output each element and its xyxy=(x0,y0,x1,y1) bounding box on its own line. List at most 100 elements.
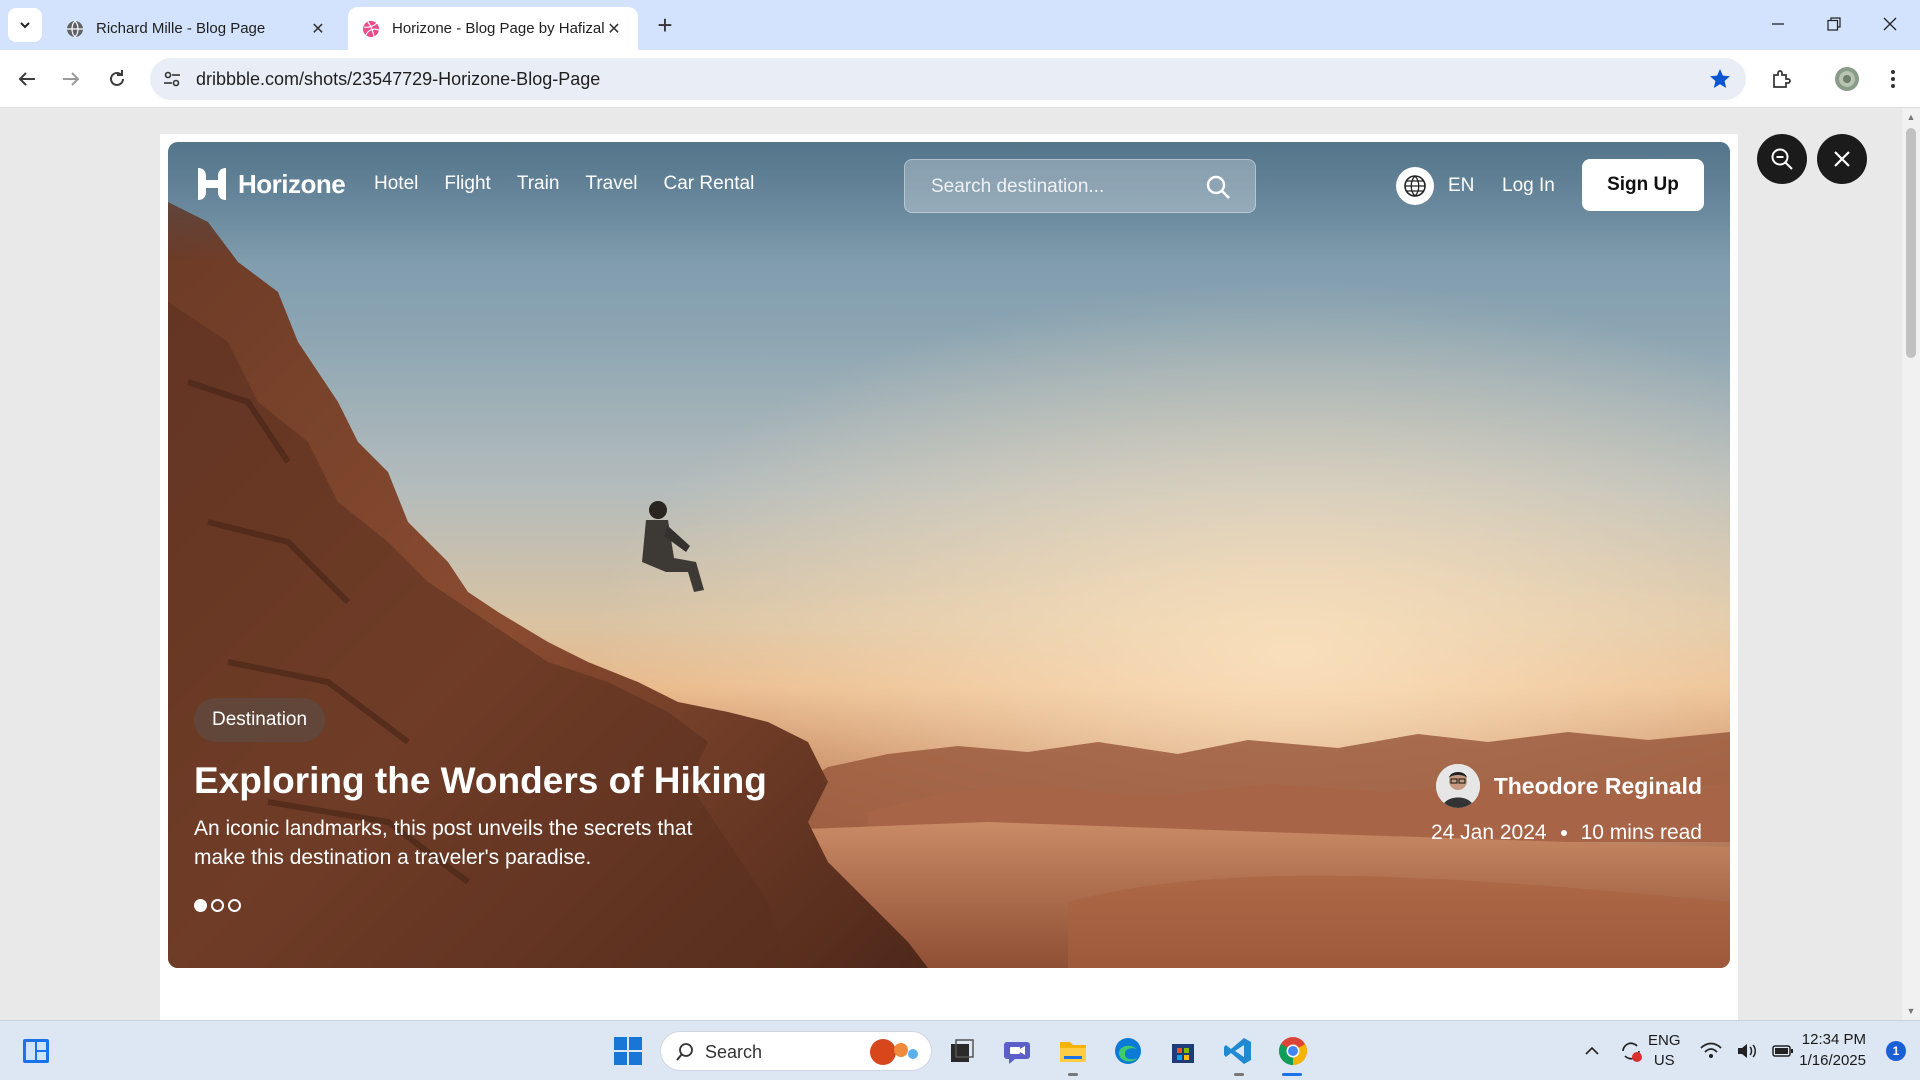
edge-browser-button[interactable] xyxy=(1110,1033,1146,1069)
file-explorer-button[interactable] xyxy=(1055,1033,1091,1069)
post-title[interactable]: Exploring the Wonders of Hiking xyxy=(194,760,767,802)
input-region: US xyxy=(1653,1052,1675,1069)
author-name: Theodore Reginald xyxy=(1493,772,1702,799)
chrome-icon xyxy=(1279,1037,1307,1065)
close-shot-button[interactable] xyxy=(1817,134,1867,184)
scroll-down-arrow-icon[interactable]: ▼ xyxy=(1906,1006,1916,1016)
tab-search-button[interactable] xyxy=(8,8,42,42)
horizone-logo-icon xyxy=(198,168,226,200)
battery-icon xyxy=(1772,1045,1793,1057)
edge-icon xyxy=(1115,1038,1141,1064)
category-badge[interactable]: Destination xyxy=(194,698,326,742)
carousel-dots xyxy=(194,899,241,912)
minimize-icon xyxy=(1772,23,1784,25)
meet-app-button[interactable] xyxy=(1000,1033,1036,1069)
url-text: dribbble.com/shots/23547729-Horizone-Blo… xyxy=(196,69,601,89)
windows-taskbar: Search ENG US 12:34 PM 1/16/2025 1 xyxy=(0,1020,1920,1080)
chrome-button[interactable] xyxy=(1275,1033,1311,1069)
browser-toolbar: dribbble.com/shots/23547729-Horizone-Blo… xyxy=(0,50,1920,108)
carousel-dot-2[interactable] xyxy=(211,899,224,912)
browser-tab-richard-mille[interactable]: Richard Mille - Blog Page ✕ xyxy=(52,7,342,50)
page-scrollbar[interactable]: ▲ ▼ xyxy=(1902,108,1920,1020)
search-icon[interactable] xyxy=(1205,174,1231,200)
input-language-indicator[interactable]: ENG US xyxy=(1648,1021,1681,1080)
store-icon xyxy=(1172,1044,1194,1063)
wifi-icon xyxy=(1700,1042,1722,1058)
widgets-button[interactable] xyxy=(18,1033,54,1069)
reload-button[interactable] xyxy=(100,62,134,96)
language-code: EN xyxy=(1448,175,1475,196)
extensions-button[interactable] xyxy=(1764,62,1798,96)
restore-icon xyxy=(1827,17,1841,31)
vscode-button[interactable] xyxy=(1220,1033,1256,1069)
folder-icon xyxy=(1060,1042,1086,1062)
search-icon xyxy=(676,1043,693,1061)
windows-start-icon xyxy=(614,1037,642,1065)
start-button[interactable] xyxy=(610,1033,646,1069)
clock-date: 1/16/2025 xyxy=(1799,1052,1866,1069)
taskbar-search-box[interactable]: Search xyxy=(660,1031,932,1071)
signup-button[interactable]: Sign Up xyxy=(1582,159,1704,211)
post-description: An iconic landmarks, this post unveils t… xyxy=(194,817,693,869)
close-tab-icon[interactable]: ✕ xyxy=(604,19,624,39)
nav-train[interactable]: Train xyxy=(517,173,560,195)
browser-menu-button[interactable] xyxy=(1876,62,1910,96)
nav-car-rental[interactable]: Car Rental xyxy=(664,173,755,195)
arrow-left-icon xyxy=(18,72,35,86)
close-window-button[interactable] xyxy=(1862,0,1918,48)
close-icon xyxy=(1883,17,1897,31)
more-vertical-icon xyxy=(1891,70,1895,88)
zoom-out-button[interactable] xyxy=(1757,134,1807,184)
horizone-logo[interactable]: Horizone xyxy=(194,166,346,202)
scroll-up-arrow-icon[interactable]: ▲ xyxy=(1906,112,1916,122)
close-tab-icon[interactable]: ✕ xyxy=(308,19,328,39)
profile-avatar-button[interactable] xyxy=(1830,62,1864,96)
bookmark-star-icon[interactable] xyxy=(1708,67,1732,91)
chevron-down-icon xyxy=(20,22,30,29)
restore-button[interactable] xyxy=(1806,0,1862,48)
puzzle-icon xyxy=(1773,70,1791,88)
quick-settings[interactable] xyxy=(1700,1021,1794,1080)
notification-count-badge[interactable]: 1 xyxy=(1886,1041,1906,1061)
search-highlight-icon xyxy=(870,1039,918,1065)
destination-search-input[interactable]: Search destination... xyxy=(904,159,1256,213)
new-tab-button[interactable]: + xyxy=(650,10,680,40)
tab-title: Horizone - Blog Page by Hafizal xyxy=(392,20,604,37)
nav-hotel[interactable]: Hotel xyxy=(374,173,418,195)
back-button[interactable] xyxy=(10,62,44,96)
system-clock[interactable]: 12:34 PM 1/16/2025 xyxy=(1799,1029,1866,1071)
vscode-icon xyxy=(1224,1038,1251,1064)
language-selector[interactable]: EN xyxy=(1396,167,1474,205)
globe-icon xyxy=(1396,167,1434,205)
forward-button[interactable] xyxy=(54,62,88,96)
login-link[interactable]: Log In xyxy=(1502,175,1555,197)
dribbble-favicon-icon xyxy=(363,20,380,37)
profile-avatar-icon xyxy=(1835,67,1859,91)
show-hidden-icons-chevron-icon[interactable] xyxy=(1580,1046,1604,1056)
task-view-button[interactable] xyxy=(944,1033,980,1069)
author-avatar xyxy=(1435,764,1480,808)
nav-travel[interactable]: Travel xyxy=(585,173,637,195)
store-button[interactable] xyxy=(1165,1033,1201,1069)
volume-icon xyxy=(1738,1044,1756,1058)
site-info-button[interactable] xyxy=(160,67,184,91)
address-bar[interactable]: dribbble.com/shots/23547729-Horizone-Blo… xyxy=(150,58,1746,100)
tune-icon xyxy=(164,71,180,87)
carousel-dot-1[interactable] xyxy=(194,899,207,912)
widgets-icon xyxy=(23,1039,49,1063)
author-info[interactable]: Theodore Reginald xyxy=(1435,764,1702,808)
browser-tab-horizone[interactable]: Horizone - Blog Page by Hafizal ✕ xyxy=(348,7,638,50)
globe-favicon-icon xyxy=(67,20,83,37)
arrow-right-icon xyxy=(63,72,80,86)
reload-icon xyxy=(110,70,124,86)
minimize-button[interactable] xyxy=(1750,0,1806,48)
carousel-dot-3[interactable] xyxy=(228,899,241,912)
clock-time: 12:34 PM xyxy=(1801,1031,1866,1048)
close-icon xyxy=(1834,151,1850,167)
scrollbar-thumb[interactable] xyxy=(1906,128,1916,358)
meta-separator xyxy=(1560,830,1567,836)
hero-banner: Horizone Hotel Flight Train Travel Car R… xyxy=(168,142,1730,968)
site-nav: Hotel Flight Train Travel Car Rental xyxy=(374,173,754,195)
sync-status-icon[interactable] xyxy=(1618,1039,1644,1063)
nav-flight[interactable]: Flight xyxy=(444,173,490,195)
